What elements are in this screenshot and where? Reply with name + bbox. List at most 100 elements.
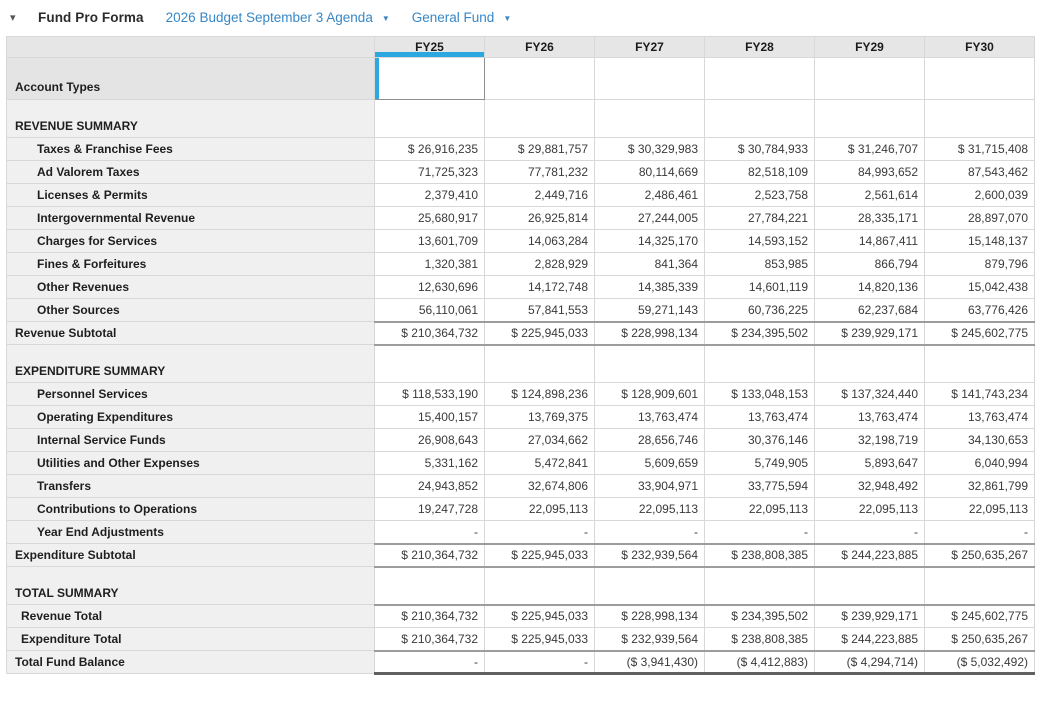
cell[interactable]: 60,736,225	[705, 299, 815, 322]
cell[interactable]: 14,867,411	[815, 230, 925, 253]
cell[interactable]: 14,063,284	[485, 230, 595, 253]
cell[interactable]: $ 250,635,267	[925, 544, 1035, 567]
cell[interactable]	[815, 567, 925, 605]
cell[interactable]: $ 26,916,235	[375, 138, 485, 161]
cell[interactable]	[705, 345, 815, 383]
cell[interactable]: 25,680,917	[375, 207, 485, 230]
cell[interactable]: 32,674,806	[485, 475, 595, 498]
cell[interactable]	[925, 567, 1035, 605]
cell[interactable]: $ 245,602,775	[925, 322, 1035, 345]
cell[interactable]: 27,244,005	[595, 207, 705, 230]
cell[interactable]: -	[375, 521, 485, 544]
cell[interactable]: $ 234,395,502	[705, 605, 815, 628]
cell[interactable]: 30,376,146	[705, 429, 815, 452]
cell[interactable]: $ 30,329,983	[595, 138, 705, 161]
collapse-triangle-icon[interactable]: ▾	[10, 11, 26, 24]
cell[interactable]	[595, 567, 705, 605]
cell[interactable]: $ 225,945,033	[485, 322, 595, 345]
cell[interactable]	[375, 567, 485, 605]
cell[interactable]: $ 30,784,933	[705, 138, 815, 161]
cell[interactable]: $ 244,223,885	[815, 544, 925, 567]
cell[interactable]: -	[375, 651, 485, 674]
cell[interactable]: 2,486,461	[595, 184, 705, 207]
cell[interactable]: 26,925,814	[485, 207, 595, 230]
cell[interactable]: $ 228,998,134	[595, 605, 705, 628]
cell[interactable]: $ 244,223,885	[815, 628, 925, 651]
cell[interactable]: $ 225,945,033	[485, 628, 595, 651]
cell[interactable]: 5,749,905	[705, 452, 815, 475]
cell[interactable]: $ 133,048,153	[705, 383, 815, 406]
column-header-fy25[interactable]: FY25	[375, 37, 485, 58]
cell[interactable]: 82,518,109	[705, 161, 815, 184]
cell[interactable]: -	[485, 651, 595, 674]
cell[interactable]	[485, 58, 595, 100]
cell[interactable]	[925, 100, 1035, 138]
cell[interactable]	[485, 345, 595, 383]
selected-cell[interactable]	[375, 58, 485, 100]
cell[interactable]: $ 250,635,267	[925, 628, 1035, 651]
cell[interactable]: $ 31,715,408	[925, 138, 1035, 161]
cell[interactable]: $ 239,929,171	[815, 605, 925, 628]
cell[interactable]: 14,172,748	[485, 276, 595, 299]
cell[interactable]: 5,331,162	[375, 452, 485, 475]
cell[interactable]: 853,985	[705, 253, 815, 276]
cell[interactable]	[705, 567, 815, 605]
cell[interactable]: 5,609,659	[595, 452, 705, 475]
cell[interactable]: 80,114,669	[595, 161, 705, 184]
cell[interactable]: 2,600,039	[925, 184, 1035, 207]
cell[interactable]: 62,237,684	[815, 299, 925, 322]
cell[interactable]: -	[705, 521, 815, 544]
cell[interactable]	[815, 58, 925, 100]
cell[interactable]: 14,385,339	[595, 276, 705, 299]
cell[interactable]: $ 118,533,190	[375, 383, 485, 406]
column-header-fy26[interactable]: FY26	[485, 37, 595, 58]
cell[interactable]: 14,593,152	[705, 230, 815, 253]
cell[interactable]: 841,364	[595, 253, 705, 276]
cell[interactable]: $ 210,364,732	[375, 605, 485, 628]
cell[interactable]: 28,656,746	[595, 429, 705, 452]
cell[interactable]: $ 210,364,732	[375, 628, 485, 651]
cell[interactable]: 2,379,410	[375, 184, 485, 207]
cell[interactable]: 15,042,438	[925, 276, 1035, 299]
cell[interactable]: 28,335,171	[815, 207, 925, 230]
cell[interactable]: -	[815, 521, 925, 544]
cell[interactable]: ($ 5,032,492)	[925, 651, 1035, 674]
cell[interactable]: $ 228,998,134	[595, 322, 705, 345]
cell[interactable]: $ 238,808,385	[705, 544, 815, 567]
cell[interactable]: 13,763,474	[705, 406, 815, 429]
cell[interactable]	[925, 345, 1035, 383]
cell[interactable]: 2,449,716	[485, 184, 595, 207]
cell[interactable]: $ 141,743,234	[925, 383, 1035, 406]
cell[interactable]: $ 245,602,775	[925, 605, 1035, 628]
cell[interactable]: $ 239,929,171	[815, 322, 925, 345]
cell[interactable]: 59,271,143	[595, 299, 705, 322]
cell[interactable]: 6,040,994	[925, 452, 1035, 475]
cell[interactable]: 34,130,653	[925, 429, 1035, 452]
cell[interactable]: 879,796	[925, 253, 1035, 276]
cell[interactable]: 56,110,061	[375, 299, 485, 322]
cell[interactable]: 2,561,614	[815, 184, 925, 207]
cell[interactable]: 14,325,170	[595, 230, 705, 253]
cell[interactable]: 866,794	[815, 253, 925, 276]
cell[interactable]: 22,095,113	[925, 498, 1035, 521]
cell[interactable]: 33,904,971	[595, 475, 705, 498]
cell[interactable]: $ 234,395,502	[705, 322, 815, 345]
cell[interactable]: $ 225,945,033	[485, 605, 595, 628]
cell[interactable]: 28,897,070	[925, 207, 1035, 230]
cell[interactable]: 2,828,929	[485, 253, 595, 276]
cell[interactable]: 22,095,113	[705, 498, 815, 521]
cell[interactable]	[925, 58, 1035, 100]
cell[interactable]: $ 210,364,732	[375, 544, 485, 567]
cell[interactable]: 5,893,647	[815, 452, 925, 475]
cell[interactable]: 87,543,462	[925, 161, 1035, 184]
cell[interactable]: $ 128,909,601	[595, 383, 705, 406]
cell[interactable]: ($ 4,412,883)	[705, 651, 815, 674]
cell[interactable]	[375, 345, 485, 383]
cell[interactable]: 22,095,113	[815, 498, 925, 521]
cell[interactable]: $ 124,898,236	[485, 383, 595, 406]
cell[interactable]: 71,725,323	[375, 161, 485, 184]
cell[interactable]: 32,948,492	[815, 475, 925, 498]
cell[interactable]: 22,095,113	[485, 498, 595, 521]
cell[interactable]: 32,861,799	[925, 475, 1035, 498]
cell[interactable]: 13,769,375	[485, 406, 595, 429]
